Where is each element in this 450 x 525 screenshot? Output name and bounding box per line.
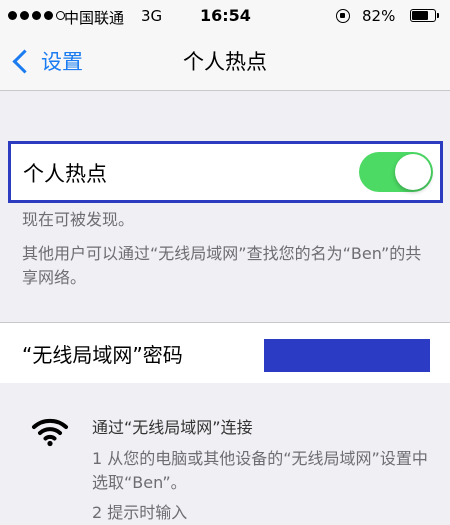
signal-strength-icon bbox=[8, 11, 65, 20]
carrier-name: 中国联通 bbox=[64, 9, 125, 27]
toggle-knob[interactable] bbox=[395, 154, 431, 190]
instruction-step-1: 1 从您的电脑或其他设备的“无线局域网”设置中选取“Ben”。 bbox=[92, 449, 428, 492]
instruction-step-2: 2 提示时输入 bbox=[92, 503, 188, 522]
hotspot-info-note: 其他用户可以通过“无线局域网”查找您的名为“Ben”的共享网络。 bbox=[22, 244, 422, 287]
hotspot-label: 个人热点 bbox=[23, 162, 107, 186]
connect-instructions: 通过“无线局域网”连接 1 从您的电脑或其他设备的“无线局域网”设置中选取“Be… bbox=[0, 383, 450, 524]
wifi-password-row[interactable]: “无线局域网”密码 bbox=[0, 322, 450, 384]
wifi-password-label: “无线局域网”密码 bbox=[22, 343, 183, 367]
network-type: 3G bbox=[141, 7, 163, 25]
status-bar: 中国联通 3G 16:54 82% bbox=[0, 0, 450, 34]
hotspot-toggle-switch[interactable] bbox=[359, 152, 433, 192]
hotspot-toggle-row: 个人热点 bbox=[8, 141, 443, 203]
page-title: 个人热点 bbox=[183, 50, 267, 74]
battery-icon bbox=[410, 9, 439, 22]
clock: 16:54 bbox=[200, 6, 251, 25]
instructions-title: 通过“无线局域网”连接 bbox=[92, 418, 253, 437]
wifi-password-value-redacted[interactable] bbox=[264, 339, 430, 372]
discoverable-note: 现在可被发现。 bbox=[22, 210, 135, 229]
battery-percentage: 82% bbox=[362, 7, 396, 25]
wifi-icon bbox=[32, 418, 68, 447]
navigation-bar: 设置 个人热点 bbox=[0, 34, 450, 91]
rotation-lock-icon bbox=[336, 9, 350, 23]
